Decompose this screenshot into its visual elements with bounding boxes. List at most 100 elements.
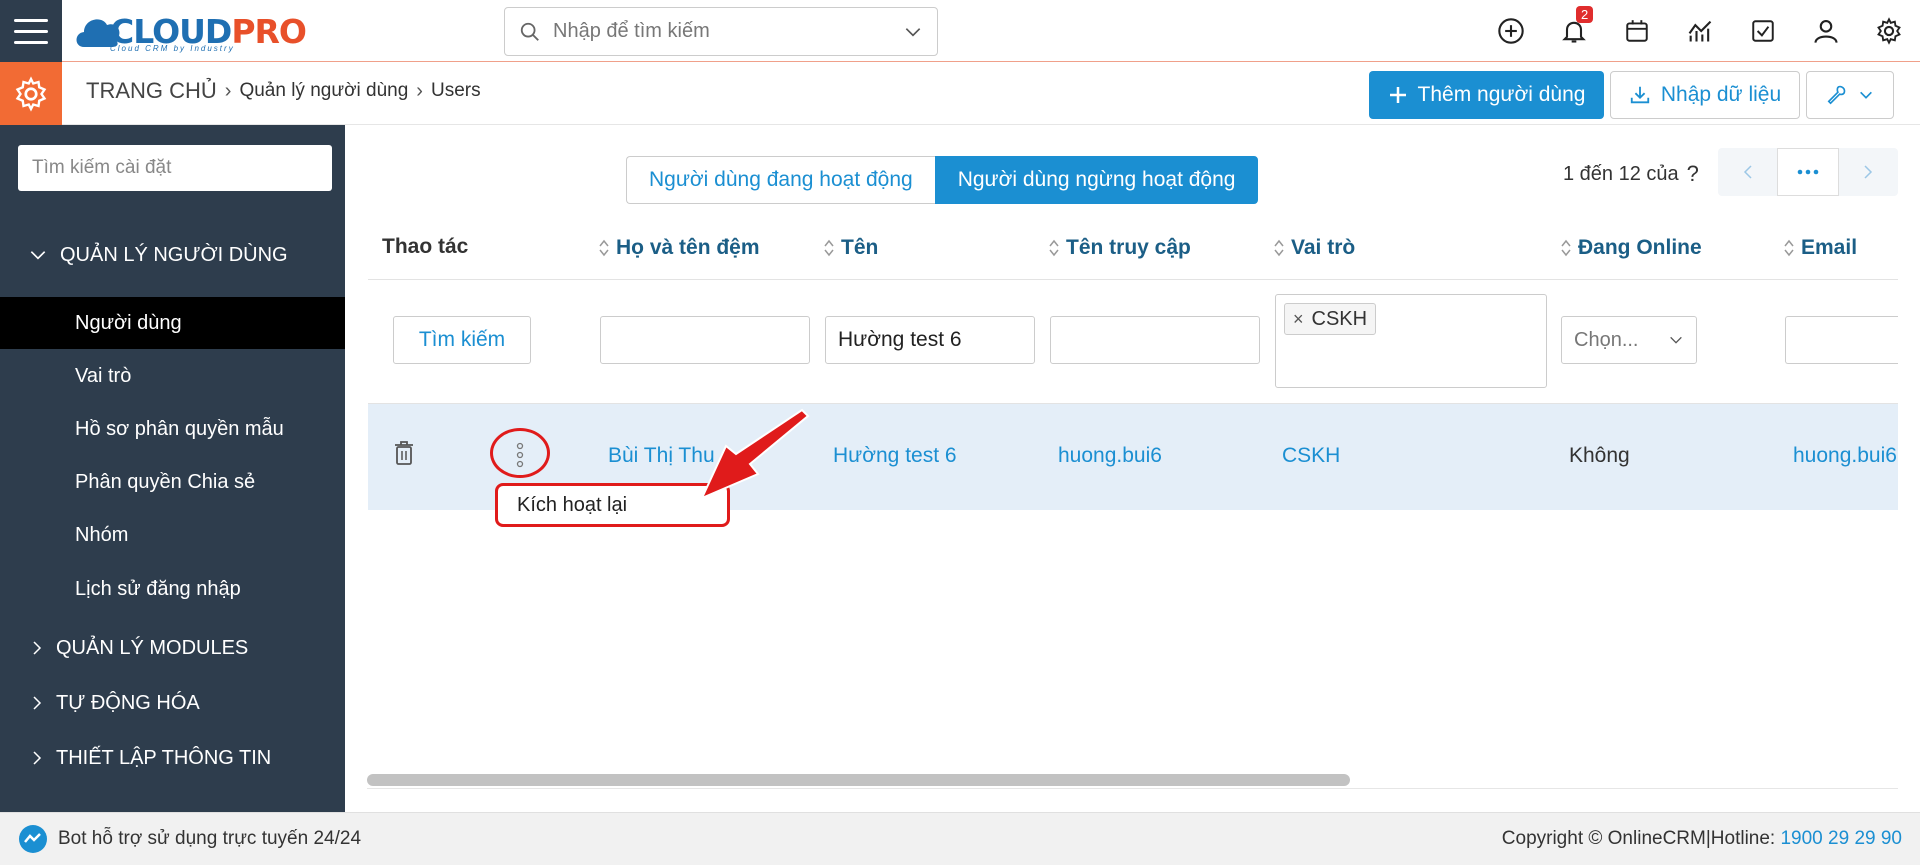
chevron-right-icon bbox=[33, 751, 42, 765]
sidebar-section-info-settings[interactable]: THIẾT LẬP THÔNG TIN bbox=[0, 736, 345, 780]
pagination-info: 1 đến 12 của ? bbox=[1563, 161, 1699, 187]
user-status-tabs: Người dùng đang hoạt động Người dùng ngừ… bbox=[626, 156, 1259, 204]
sidebar-item-users[interactable]: Người dùng bbox=[0, 297, 345, 349]
filter-username-input[interactable] bbox=[1050, 316, 1260, 364]
trash-icon[interactable] bbox=[393, 440, 415, 466]
plus-icon bbox=[1389, 87, 1406, 103]
menu-icon[interactable] bbox=[0, 0, 62, 62]
sidebar-section-automation[interactable]: TỰ ĐỘNG HÓA bbox=[0, 681, 345, 725]
filter-search-button[interactable]: Tìm kiếm bbox=[393, 316, 531, 364]
support-bot-link[interactable]: Bot hỗ trợ sử dụng trực tuyến 24/24 bbox=[18, 824, 361, 854]
help-icon[interactable]: ? bbox=[1687, 161, 1699, 187]
chevron-right-icon bbox=[1864, 165, 1873, 179]
footer: Bot hỗ trợ sử dụng trực tuyến 24/24 Copy… bbox=[0, 812, 1920, 865]
logo-tagline: Cloud CRM by Industry bbox=[110, 44, 235, 53]
hotline-link[interactable]: 1900 29 29 90 bbox=[1780, 828, 1902, 849]
annotation-circle bbox=[490, 428, 550, 478]
search-input[interactable]: Nhập để tìm kiếm bbox=[553, 20, 903, 43]
prev-page-button[interactable] bbox=[1718, 148, 1777, 196]
cell-email[interactable]: huong.bui6 bbox=[1793, 444, 1898, 468]
filter-email-input[interactable] bbox=[1785, 316, 1898, 364]
filter-first-name-input[interactable]: Hường test 6 bbox=[825, 316, 1035, 364]
sort-icon bbox=[599, 239, 609, 257]
task-check-icon[interactable] bbox=[1731, 0, 1794, 62]
pagination bbox=[1718, 148, 1898, 196]
add-circle-icon[interactable] bbox=[1479, 0, 1542, 62]
top-icons: 2 bbox=[1479, 0, 1920, 62]
horizontal-scrollbar[interactable] bbox=[367, 774, 1350, 786]
cell-role[interactable]: CSKH bbox=[1282, 444, 1340, 468]
filter-role-multiselect[interactable]: × CSKH bbox=[1275, 294, 1547, 388]
column-header-last-name[interactable]: Họ và tên đệm bbox=[598, 236, 760, 260]
cell-username[interactable]: huong.bui6 bbox=[1058, 444, 1162, 468]
column-header-first-name[interactable]: Tên bbox=[823, 236, 878, 260]
breadcrumb-users: Users bbox=[430, 80, 481, 101]
breadcrumb-user-management[interactable]: Quản lý người dùng bbox=[239, 80, 408, 102]
remove-chip-icon[interactable]: × bbox=[1293, 309, 1304, 330]
column-header-actions: Thao tác bbox=[382, 235, 469, 258]
cell-online: Không bbox=[1569, 444, 1630, 467]
more-pages-button[interactable] bbox=[1777, 148, 1839, 196]
search-icon bbox=[520, 22, 539, 41]
chevron-right-icon: › bbox=[224, 79, 232, 102]
chevron-right-icon: › bbox=[416, 79, 423, 102]
sort-icon bbox=[824, 239, 834, 257]
settings-gear-icon[interactable] bbox=[0, 62, 62, 125]
sidebar-section-modules[interactable]: QUẢN LÝ MODULES bbox=[0, 626, 345, 670]
chart-icon[interactable] bbox=[1668, 0, 1731, 62]
wrench-icon bbox=[1827, 85, 1846, 105]
sidebar-item-groups[interactable]: Nhóm bbox=[0, 509, 345, 561]
user-icon[interactable] bbox=[1794, 0, 1857, 62]
breadcrumb: TRANG CHỦ › Quản lý người dùng › Users bbox=[86, 78, 481, 104]
chevron-left-icon bbox=[1743, 165, 1752, 179]
column-header-role[interactable]: Vai trò bbox=[1273, 236, 1355, 260]
cell-last-name[interactable]: Bùi Thị Thu bbox=[608, 444, 715, 468]
sort-icon bbox=[1561, 239, 1571, 257]
chevron-down-icon bbox=[1860, 91, 1872, 99]
tools-dropdown-button[interactable] bbox=[1806, 71, 1894, 119]
sidebar-item-roles[interactable]: Vai trò bbox=[0, 350, 345, 402]
chevron-down-icon bbox=[30, 251, 46, 260]
chevron-down-icon[interactable] bbox=[903, 22, 923, 42]
table-header: Thao tác Họ và tên đệm Tên Tên truy cập … bbox=[368, 218, 1898, 280]
sort-icon bbox=[1049, 239, 1059, 257]
bell-icon[interactable]: 2 bbox=[1542, 0, 1605, 62]
column-header-online[interactable]: Đang Online bbox=[1560, 236, 1702, 260]
tab-inactive-users[interactable]: Người dùng ngừng hoạt động bbox=[934, 156, 1259, 204]
import-data-button[interactable]: Nhập dữ liệu bbox=[1610, 71, 1800, 119]
column-header-email[interactable]: Email bbox=[1783, 236, 1857, 260]
ellipsis-icon bbox=[1797, 169, 1819, 175]
reactivate-menu-item[interactable]: Kích hoạt lại bbox=[495, 483, 730, 527]
annotation-arrow-icon bbox=[700, 408, 810, 500]
sort-icon bbox=[1784, 239, 1794, 257]
global-search[interactable]: Nhập để tìm kiếm bbox=[504, 7, 938, 56]
gear-icon[interactable] bbox=[1857, 0, 1920, 62]
top-bar: CLOUDPRO Cloud CRM by Industry Nhập để t… bbox=[0, 0, 1920, 62]
sort-icon bbox=[1274, 239, 1284, 257]
filter-last-name-input[interactable] bbox=[600, 316, 810, 364]
chevron-down-icon bbox=[1670, 336, 1682, 344]
chevron-right-icon bbox=[33, 641, 42, 655]
settings-search-input[interactable]: Tìm kiếm cài đặt bbox=[18, 145, 332, 191]
tab-active-users[interactable]: Người dùng đang hoạt động bbox=[626, 156, 935, 204]
sidebar-item-login-history[interactable]: Lịch sử đăng nhập bbox=[0, 563, 345, 615]
calendar-icon[interactable] bbox=[1605, 0, 1668, 62]
cell-first-name[interactable]: Hường test 6 bbox=[833, 444, 957, 468]
add-user-button[interactable]: Thêm người dùng bbox=[1369, 71, 1604, 119]
breadcrumb-home[interactable]: TRANG CHỦ bbox=[86, 78, 217, 104]
notification-badge: 2 bbox=[1576, 6, 1594, 23]
role-chip: × CSKH bbox=[1284, 303, 1377, 335]
column-header-username[interactable]: Tên truy cập bbox=[1048, 236, 1191, 260]
filter-row: Tìm kiếm Hường test 6 × CSKH Chọn... bbox=[368, 280, 1898, 404]
copyright: Copyright © OnlineCRM|Hotline: 1900 29 2… bbox=[1501, 828, 1902, 849]
settings-sidebar: Tìm kiếm cài đặt QUẢN LÝ NGƯỜI DÙNG Ngườ… bbox=[0, 125, 345, 812]
download-icon bbox=[1630, 86, 1650, 104]
sidebar-item-profiles[interactable]: Hồ sơ phân quyền mẫu bbox=[0, 403, 345, 455]
sidebar-section-user-management[interactable]: QUẢN LÝ NGƯỜI DÙNG bbox=[0, 233, 345, 277]
next-page-button[interactable] bbox=[1839, 148, 1898, 196]
chevron-right-icon bbox=[33, 696, 42, 710]
filter-online-select[interactable]: Chọn... bbox=[1561, 316, 1697, 364]
messenger-icon bbox=[19, 825, 47, 853]
logo[interactable]: CLOUDPRO Cloud CRM by Industry bbox=[72, 6, 307, 56]
sidebar-item-sharing[interactable]: Phân quyền Chia sẻ bbox=[0, 456, 345, 508]
